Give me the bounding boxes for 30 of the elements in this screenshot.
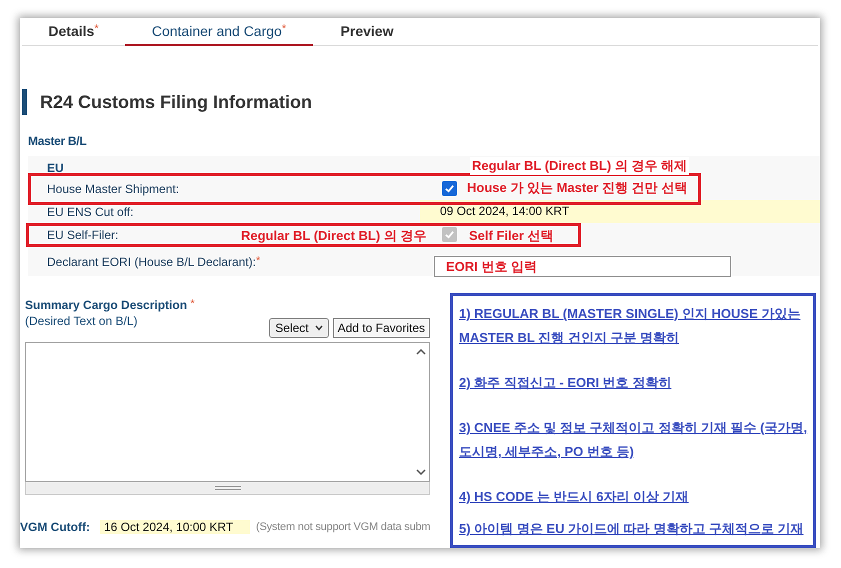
- caret-icon: [314, 325, 323, 331]
- check-icon: [444, 183, 455, 194]
- section-title: R24 Customs Filing Information: [40, 92, 312, 112]
- vgm-date: 16 Oct 2024, 10:00 KRT: [100, 520, 250, 534]
- group-title: Master B/L: [28, 134, 88, 148]
- vgm-label: VGM Cutoff:: [20, 520, 91, 534]
- annotation-note: Regular BL (Direct BL) 의 경우: [241, 227, 426, 245]
- scroll-up-icon[interactable]: [416, 349, 426, 355]
- tab[interactable]: Preview: [313, 18, 421, 44]
- field-label: EU ENS Cut off:: [47, 204, 134, 218]
- field-label: Summary Cargo Description *: [25, 298, 196, 312]
- field-label: Declarant EORI (House B/L Declarant):*: [47, 254, 260, 268]
- field-hint: (Desired Text on B/L): [25, 314, 138, 328]
- select-dropdown[interactable]: Select: [269, 318, 329, 338]
- checkbox[interactable]: [442, 181, 457, 196]
- accent-bar: [22, 89, 27, 115]
- annotation-note: House 가 있는 Master 진행 건만 선택: [467, 179, 688, 197]
- region-label: EU: [47, 161, 64, 177]
- annotation-note: Self Filer 선택: [469, 227, 554, 245]
- field-label: EU Self-Filer:: [47, 228, 118, 242]
- resize-handle[interactable]: [25, 482, 430, 495]
- vgm-note: (System not support VGM data subm: [256, 521, 430, 533]
- date-value: 09 Oct 2024, 14:00 KRT: [420, 200, 820, 223]
- scroll-down-icon[interactable]: [416, 469, 426, 475]
- field-label: House Master Shipment:: [47, 182, 180, 196]
- annotation-note: Regular BL (Direct BL) 의 경우 해제: [470, 157, 690, 175]
- tab[interactable]: Details*: [22, 18, 125, 44]
- tab[interactable]: Container and Cargo*: [125, 18, 313, 46]
- grip-icon: [214, 486, 240, 490]
- add-to-favorites-button[interactable]: Add to Favorites: [332, 318, 430, 338]
